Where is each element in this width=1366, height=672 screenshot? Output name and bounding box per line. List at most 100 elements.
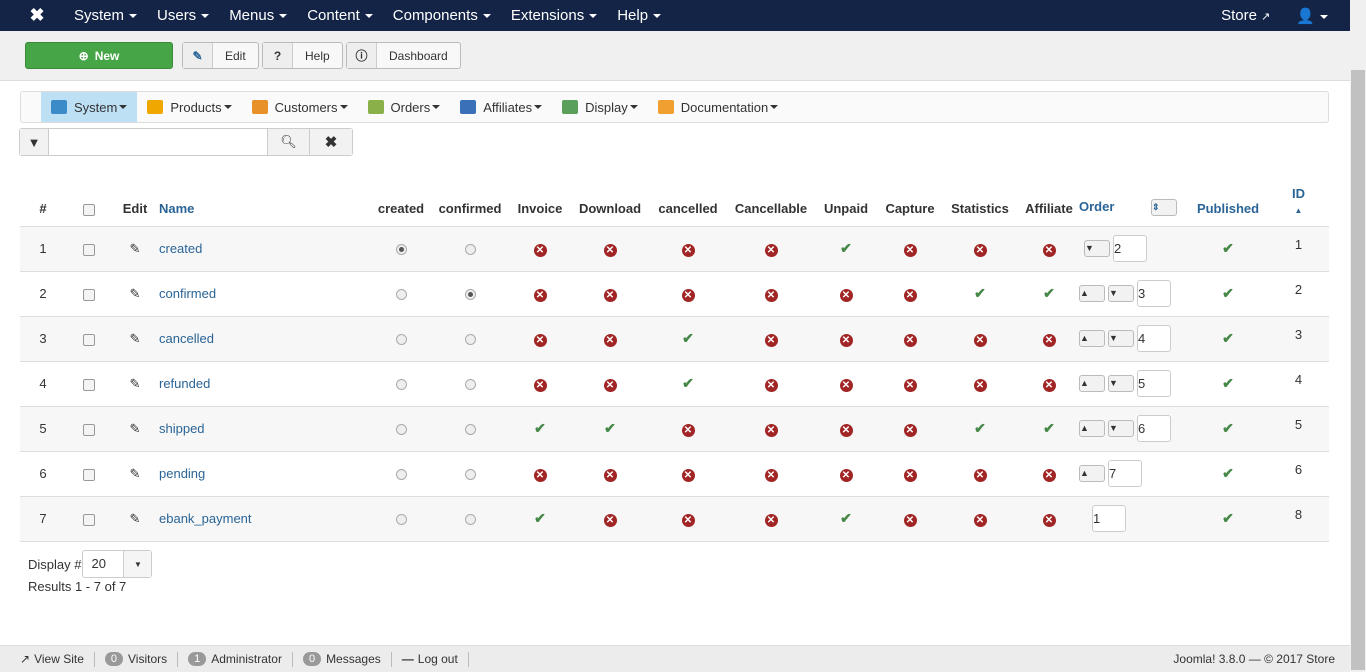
menu-menus[interactable]: Menus — [229, 7, 288, 24]
row-checkbox[interactable] — [83, 469, 95, 481]
cross-icon[interactable]: ✕ — [533, 333, 547, 347]
cross-icon[interactable]: ✕ — [839, 333, 853, 347]
cross-icon[interactable]: ✕ — [603, 513, 617, 527]
created-radio[interactable] — [395, 424, 407, 435]
row-name-link[interactable]: ebank_payment — [158, 496, 368, 542]
move-down-button[interactable]: ▼ — [1108, 330, 1134, 347]
store-link[interactable]: Store ↗ — [1221, 7, 1270, 25]
header-name[interactable]: Name — [158, 178, 368, 227]
row-name-link[interactable]: created — [158, 226, 368, 272]
cross-icon[interactable]: ✕ — [973, 333, 987, 347]
cross-icon[interactable]: ✕ — [681, 288, 695, 302]
cross-icon[interactable]: ✕ — [533, 378, 547, 392]
published-check-icon[interactable]: ✔ — [1222, 330, 1234, 346]
submenu-item-products[interactable]: Products — [137, 92, 241, 122]
published-check-icon[interactable]: ✔ — [1222, 465, 1234, 481]
scrollbar-thumb[interactable] — [1351, 70, 1365, 670]
cross-icon[interactable]: ✕ — [603, 288, 617, 302]
cross-icon[interactable]: ✕ — [903, 513, 917, 527]
created-radio[interactable] — [395, 379, 407, 390]
published-check-icon[interactable]: ✔ — [1222, 285, 1234, 301]
menu-content[interactable]: Content — [307, 7, 373, 24]
joomla-logo-icon[interactable]: ✖ — [22, 5, 52, 26]
cross-icon[interactable]: ✕ — [1042, 333, 1056, 347]
check-icon[interactable]: ✔ — [840, 240, 852, 256]
pencil-icon[interactable]: ✎ — [130, 376, 141, 391]
confirmed-radio[interactable] — [464, 289, 476, 300]
check-icon[interactable]: ✔ — [840, 510, 852, 526]
cross-icon[interactable]: ✕ — [681, 513, 695, 527]
cross-icon[interactable]: ✕ — [764, 243, 778, 257]
cross-icon[interactable]: ✕ — [603, 468, 617, 482]
submenu-item-system[interactable]: System — [41, 92, 138, 122]
created-radio[interactable] — [395, 244, 407, 255]
cross-icon[interactable]: ✕ — [903, 468, 917, 482]
row-name-link[interactable]: confirmed — [158, 271, 368, 317]
view-site-link[interactable]: ↗ View Site — [10, 651, 95, 667]
published-check-icon[interactable]: ✔ — [1222, 240, 1234, 256]
filter-icon[interactable]: ▼ — [20, 129, 48, 155]
row-name-link[interactable]: refunded — [158, 361, 368, 407]
move-up-button[interactable]: ▲ — [1079, 330, 1105, 347]
cross-icon[interactable]: ✕ — [903, 333, 917, 347]
row-checkbox[interactable] — [83, 379, 95, 391]
confirmed-radio[interactable] — [464, 514, 476, 525]
created-radio[interactable] — [395, 514, 407, 525]
cross-icon[interactable]: ✕ — [681, 468, 695, 482]
confirmed-radio[interactable] — [464, 424, 476, 435]
search-button[interactable]: 🔍︎ — [268, 129, 310, 155]
visitors-link[interactable]: 0 Visitors — [95, 651, 179, 667]
order-input[interactable]: 1 — [1092, 505, 1126, 532]
scrollbar[interactable] — [1350, 0, 1366, 672]
cross-icon[interactable]: ✕ — [839, 423, 853, 437]
move-down-button[interactable]: ▼ — [1108, 285, 1134, 302]
pencil-icon[interactable]: ✎ — [130, 331, 141, 346]
menu-components[interactable]: Components — [393, 7, 491, 24]
cross-icon[interactable]: ✕ — [533, 468, 547, 482]
clear-button[interactable]: ✖ — [310, 129, 352, 155]
cross-icon[interactable]: ✕ — [603, 243, 617, 257]
confirmed-radio[interactable] — [464, 244, 476, 255]
created-radio[interactable] — [395, 334, 407, 345]
cross-icon[interactable]: ✕ — [839, 468, 853, 482]
order-input[interactable]: 3 — [1137, 280, 1171, 307]
check-icon[interactable]: ✔ — [1043, 420, 1055, 436]
pencil-icon[interactable]: ✎ — [130, 286, 141, 301]
check-icon[interactable]: ✔ — [682, 375, 694, 391]
cross-icon[interactable]: ✕ — [903, 378, 917, 392]
published-check-icon[interactable]: ✔ — [1222, 375, 1234, 391]
submenu-item-display[interactable]: Display — [552, 92, 648, 122]
order-input[interactable]: 7 — [1108, 460, 1142, 487]
cross-icon[interactable]: ✕ — [603, 378, 617, 392]
cross-icon[interactable]: ✕ — [839, 378, 853, 392]
created-radio[interactable] — [395, 289, 407, 300]
menu-system[interactable]: System — [74, 7, 138, 24]
cross-icon[interactable]: ✕ — [764, 288, 778, 302]
search-input[interactable] — [48, 129, 268, 155]
created-radio[interactable] — [395, 469, 407, 480]
move-down-button[interactable]: ▼ — [1084, 240, 1110, 257]
pencil-icon[interactable]: ✎ — [130, 421, 141, 436]
submenu-item-orders[interactable]: Orders — [358, 92, 451, 122]
menu-users[interactable]: Users — [157, 7, 210, 24]
submenu-item-documentation[interactable]: Documentation — [648, 92, 788, 122]
cross-icon[interactable]: ✕ — [839, 288, 853, 302]
cross-icon[interactable]: ✕ — [533, 288, 547, 302]
cross-icon[interactable]: ✕ — [764, 468, 778, 482]
check-icon[interactable]: ✔ — [974, 420, 986, 436]
published-check-icon[interactable]: ✔ — [1222, 510, 1234, 526]
cross-icon[interactable]: ✕ — [1042, 243, 1056, 257]
cross-icon[interactable]: ✕ — [1042, 468, 1056, 482]
messages-link[interactable]: 0 Messages — [293, 651, 392, 667]
move-up-button[interactable]: ▲ — [1079, 285, 1105, 302]
submenu-item-affiliates[interactable]: Affiliates — [450, 92, 552, 122]
confirmed-radio[interactable] — [464, 379, 476, 390]
confirmed-radio[interactable] — [464, 469, 476, 480]
cross-icon[interactable]: ✕ — [973, 513, 987, 527]
check-icon[interactable]: ✔ — [534, 510, 546, 526]
move-up-button[interactable]: ▲ — [1079, 465, 1105, 482]
select-all-checkbox[interactable] — [83, 203, 95, 216]
pencil-icon[interactable]: ✎ — [130, 511, 141, 526]
cross-icon[interactable]: ✕ — [603, 333, 617, 347]
confirmed-radio[interactable] — [464, 334, 476, 345]
